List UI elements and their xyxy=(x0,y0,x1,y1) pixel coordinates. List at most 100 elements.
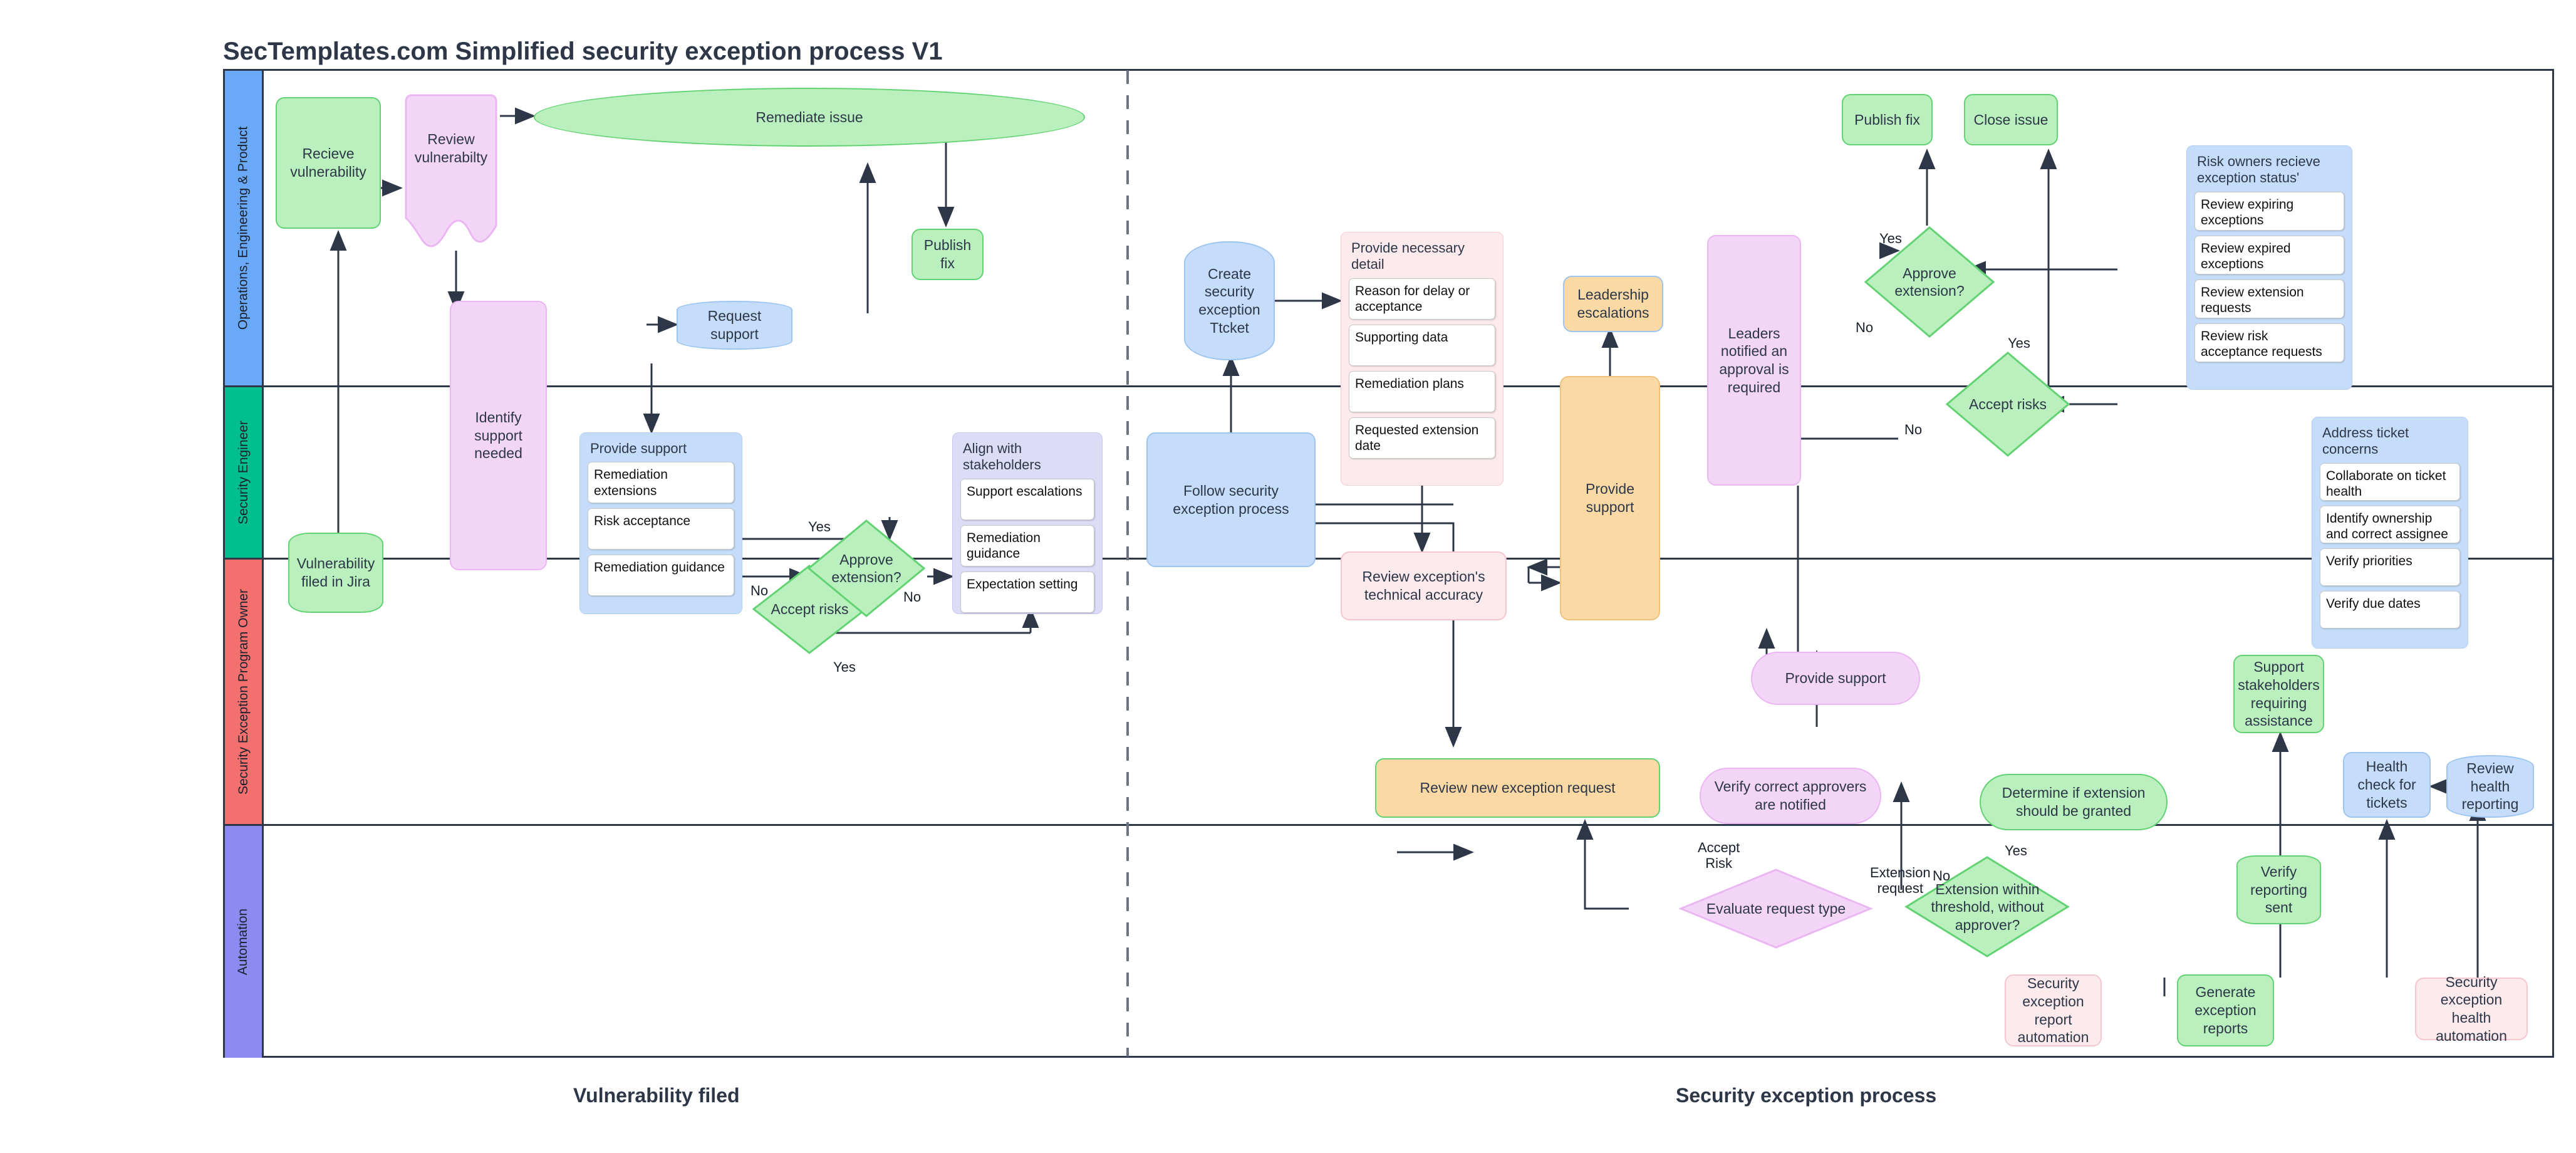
node-label: Provide support xyxy=(1586,481,1634,515)
decision-evaluate-request-type[interactable]: Evaluate request type xyxy=(1679,868,1873,949)
node-label: Review exception's technical accuracy xyxy=(1362,568,1485,603)
node-support-stakeholders[interactable]: Support stakeholders requiring assistanc… xyxy=(2233,655,2324,733)
node-label: Health check for tickets xyxy=(2357,758,2416,811)
node-provide-support-center[interactable]: Provide support xyxy=(1560,376,1660,620)
node-label: Close issue xyxy=(1973,111,2049,128)
group-provide-support-list: Provide support Remediation extensions R… xyxy=(579,432,742,614)
node-determine-extension-granted[interactable]: Determine if extension should be granted xyxy=(1980,774,2168,830)
node-generate-exception-reports[interactable]: Generate exception reports xyxy=(2177,974,2274,1046)
group-provide-necessary-detail: Provide necessary detail Reason for dela… xyxy=(1341,232,1504,486)
decision-label: Approve extension? xyxy=(831,551,901,585)
decision-accept-risks-right[interactable]: Accept risks xyxy=(1945,351,2070,457)
node-leaders-notified[interactable]: Leaders notified an approval is required xyxy=(1707,235,1801,486)
list-item[interactable]: Remediation plans xyxy=(1349,370,1495,412)
node-request-support[interactable]: Request support xyxy=(677,301,792,350)
node-security-exception-report-automation[interactable]: Security exception report automation xyxy=(2005,974,2102,1046)
node-label: Support stakeholders requiring assistanc… xyxy=(2238,659,2320,729)
node-label: Publish fix xyxy=(923,237,972,271)
group-title: Align with stakeholders xyxy=(963,441,1041,473)
edge-label-accept-risk: Accept Risk xyxy=(1698,840,1740,872)
list-item[interactable]: Remediation guidance xyxy=(960,524,1094,566)
node-label: Leadership escalations xyxy=(1577,286,1649,321)
node-review-exceptions-technical-accuracy[interactable]: Review exception's technical accuracy xyxy=(1341,551,1507,620)
lane-label-program-owner: Security Exception Program Owner xyxy=(236,589,251,795)
list-item[interactable]: Supporting data xyxy=(1349,324,1495,366)
phase-caption-right: Security exception process xyxy=(1676,1084,1937,1107)
node-label: Publish fix xyxy=(1854,111,1920,128)
group-align-with-stakeholders: Align with stakeholders Support escalati… xyxy=(952,432,1103,614)
decision-label: Evaluate request type xyxy=(1706,900,1846,917)
edge-label-no: No xyxy=(1904,422,1923,437)
edge-label-yes: Yes xyxy=(2008,335,2030,351)
node-label: Review vulnerabilty xyxy=(414,131,488,165)
node-review-vulnerabilty[interactable]: Review vulnerabilty xyxy=(401,93,501,253)
list-item[interactable]: Remediation guidance xyxy=(588,555,734,597)
node-create-security-exception-ticket[interactable]: Create security exception Ttcket xyxy=(1184,241,1275,360)
lane-label-ops: Operations, Engineering & Product xyxy=(236,126,251,330)
node-label: Remediate issue xyxy=(756,108,863,125)
group-title: Provide necessary detail xyxy=(1351,240,1465,273)
lane-label-security-engineer: Security Engineer xyxy=(236,420,251,524)
node-label: Create security exception Ttcket xyxy=(1198,265,1260,336)
lane-header-program-owner: Security Exception Program Owner xyxy=(225,560,264,824)
decision-label: Accept risks xyxy=(771,601,849,618)
node-label: Security exception health automation xyxy=(2436,973,2507,1044)
list-item[interactable]: Review expired exceptions xyxy=(2194,235,2344,274)
list-item[interactable]: Requested extension date xyxy=(1349,417,1495,459)
node-label: Verify reporting sent xyxy=(2250,863,2307,916)
node-verify-reporting-sent[interactable]: Verify reporting sent xyxy=(2236,855,2321,924)
node-close-issue[interactable]: Close issue xyxy=(1964,94,2058,145)
node-label: Verify correct approvers are notified xyxy=(1714,778,1867,813)
group-risk-owners-status: Risk owners recieve exception status' Re… xyxy=(2186,145,2352,390)
list-item[interactable]: Review extension requests xyxy=(2194,279,2344,318)
node-verify-correct-approvers[interactable]: Verify correct approvers are notified xyxy=(1700,768,1881,824)
node-label: Review health reporting xyxy=(2461,759,2519,813)
list-item[interactable]: Verify due dates xyxy=(2320,590,2460,629)
node-review-health-reporting[interactable]: Review health reporting xyxy=(2446,755,2534,818)
list-item[interactable]: Support escalations xyxy=(960,478,1094,520)
edge-label-yes: Yes xyxy=(1879,231,1902,246)
group-title: Risk owners recieve exception status' xyxy=(2197,154,2320,186)
node-identify-support-needed[interactable]: Identify support needed xyxy=(450,301,547,570)
node-publish-fix-right[interactable]: Publish fix xyxy=(1842,94,1933,145)
list-item[interactable]: Identify ownership and correct assignee xyxy=(2320,505,2460,543)
node-follow-security-exception-process[interactable]: Follow security exception process xyxy=(1146,432,1316,567)
node-label: Leaders notified an approval is required xyxy=(1719,325,1789,395)
node-leadership-escalations[interactable]: Leadership escalations xyxy=(1563,276,1663,332)
node-security-exception-health-automation[interactable]: Security exception health automation xyxy=(2415,974,2528,1044)
list-item[interactable]: Expectation setting xyxy=(960,571,1094,613)
node-remediate-issue[interactable]: Remediate issue xyxy=(534,88,1085,147)
node-review-new-exception-request[interactable]: Review new exception request xyxy=(1375,758,1660,818)
node-provide-support-oval[interactable]: Provide support xyxy=(1751,652,1920,705)
list-item[interactable]: Verify priorities xyxy=(2320,548,2460,586)
list-item[interactable]: Review risk acceptance requests xyxy=(2194,323,2344,362)
edge-label-no: No xyxy=(750,583,769,598)
edge-label-no: No xyxy=(1856,320,1874,335)
node-label: Review new exception request xyxy=(1420,780,1616,796)
diagram-canvas: SecTemplates.com Simplified security exc… xyxy=(0,0,2576,1153)
phase-caption-left: Vulnerability filed xyxy=(573,1084,740,1107)
group-title: Provide support xyxy=(590,441,687,456)
list-item[interactable]: Risk acceptance xyxy=(588,508,734,550)
list-item[interactable]: Remediation extensions xyxy=(588,462,734,504)
node-health-check-for-tickets[interactable]: Health check for tickets xyxy=(2343,752,2431,818)
node-vulnerability-filed-in-jira[interactable]: Vulnerability filed in Jira xyxy=(288,533,383,613)
lane-header-ops: Operations, Engineering & Product xyxy=(225,71,264,385)
edge-label-yes: Yes xyxy=(2005,843,2027,858)
list-item[interactable]: Reason for delay or acceptance xyxy=(1349,278,1495,320)
list-item[interactable]: Collaborate on ticket health xyxy=(2320,462,2460,501)
lane-header-security-engineer: Security Engineer xyxy=(225,387,264,558)
edge-label-yes: Yes xyxy=(808,519,831,535)
node-publish-fix-left[interactable]: Publish fix xyxy=(911,229,984,280)
node-label: Request support xyxy=(707,308,762,342)
decision-label: Accept risks xyxy=(1969,395,2047,412)
node-label: Follow security exception process xyxy=(1173,482,1289,517)
list-item[interactable]: Review expiring exceptions xyxy=(2194,191,2344,231)
node-label: Determine if extension should be granted xyxy=(2002,785,2146,819)
node-recieve-vulnerability[interactable]: Recieve vulnerability xyxy=(276,97,381,229)
decision-label: Approve extension? xyxy=(1894,264,1965,299)
node-label: Vulnerability filed in Jira xyxy=(296,555,375,590)
node-label: Identify support needed xyxy=(474,409,522,462)
node-label: Generate exception reports xyxy=(2194,984,2257,1036)
decision-label: Extension within threshold, without appr… xyxy=(1931,881,2044,933)
